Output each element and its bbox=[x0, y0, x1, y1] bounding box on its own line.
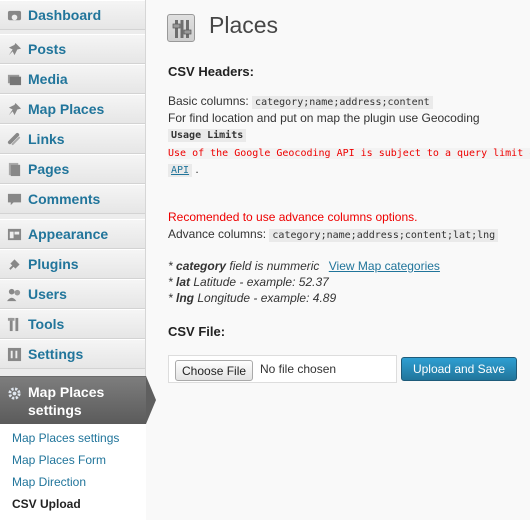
sidebar-item-label: Users bbox=[28, 286, 67, 302]
pin-icon bbox=[6, 41, 22, 57]
sidebar-item-label: Pages bbox=[28, 161, 70, 177]
csv-headers-heading: CSV Headers: bbox=[168, 64, 254, 79]
sidebar-item-map-places[interactable]: Map Places bbox=[0, 94, 145, 124]
submenu-item-csv-upload[interactable]: CSV Upload bbox=[12, 497, 81, 511]
submenu-item-map-direction[interactable]: Map Direction bbox=[12, 475, 86, 489]
sidebar-item-users[interactable]: Users bbox=[0, 279, 145, 309]
sidebar-item-label: Map Places bbox=[28, 101, 105, 117]
submenu-item-map-places-form[interactable]: Map Places Form bbox=[12, 453, 106, 467]
sidebar-item-settings[interactable]: Settings bbox=[0, 339, 145, 369]
basic-columns-label: Basic columns: bbox=[168, 94, 249, 108]
basic-columns-code: category;name;address;content bbox=[252, 96, 433, 109]
sidebar-item-label: Plugins bbox=[28, 256, 79, 272]
usage-limits-line: Usage Limits bbox=[168, 127, 247, 142]
sidebar-active-label: Map Places settings bbox=[28, 384, 105, 418]
sidebar-item-label: Media bbox=[28, 71, 68, 87]
sidebar-item-label: Links bbox=[28, 131, 65, 147]
note-lng-key: lng bbox=[176, 291, 195, 305]
api-link[interactable]: API bbox=[168, 164, 193, 177]
sidebar-submenu: Map Places settings Map Places Form Map Di… bbox=[0, 424, 146, 520]
choose-file-button[interactable]: Choose File bbox=[175, 360, 254, 381]
sidebar-item-label: Tools bbox=[28, 316, 65, 332]
comments-icon bbox=[6, 191, 22, 207]
sidebar-item-label: Appearance bbox=[28, 226, 109, 242]
basic-columns-line: Basic columns: category;name;address;con… bbox=[168, 94, 433, 109]
api-line: API . bbox=[168, 162, 199, 177]
note-lat-key: lat bbox=[176, 275, 191, 289]
pages-icon bbox=[6, 161, 22, 177]
note-category-text: field is nummeric bbox=[229, 259, 320, 273]
geocoding-notice-text: Use of the Google Geocoding API is subje… bbox=[168, 148, 530, 159]
advance-columns-line: Advance columns: category;name;address;c… bbox=[168, 227, 499, 242]
find-location-text: For find location and put on map the plu… bbox=[168, 111, 480, 125]
usage-limits-code: Usage Limits bbox=[168, 129, 247, 142]
sidebar-item-label: Posts bbox=[28, 41, 67, 57]
pin-icon bbox=[6, 101, 22, 117]
active-menu-pointer bbox=[146, 376, 156, 424]
sidebar-item-links[interactable]: Links bbox=[0, 124, 145, 154]
note-lng: * lng Longitude - example: 4.89 bbox=[168, 291, 337, 305]
no-file-text: No file chosen bbox=[260, 362, 337, 376]
csv-file-heading: CSV File: bbox=[168, 324, 226, 339]
sidebar-item-pages[interactable]: Pages bbox=[0, 154, 145, 184]
places-page-icon bbox=[167, 14, 195, 42]
sidebar-item-label: Dashboard bbox=[28, 7, 102, 23]
plugins-icon bbox=[6, 256, 22, 272]
note-category-key: category bbox=[176, 259, 227, 273]
gear-icon bbox=[6, 385, 22, 401]
sidebar-item-plugins[interactable]: Plugins bbox=[0, 249, 145, 279]
sidebar-item-label: Comments bbox=[28, 191, 101, 207]
sidebar-item-tools[interactable]: Tools bbox=[0, 309, 145, 339]
main-content: Places CSV Headers: Basic columns: categ… bbox=[147, 0, 530, 520]
api-suffix: . bbox=[195, 162, 199, 176]
sidebar-item-map-places-settings-active[interactable]: Map Places settings bbox=[0, 376, 146, 424]
sidebar-item-comments[interactable]: Comments bbox=[0, 184, 145, 214]
tools-icon bbox=[6, 316, 22, 332]
recommend-text: Recomended to use advance columns option… bbox=[168, 210, 418, 224]
advance-columns-code: category;name;address;content;lat;lng bbox=[269, 229, 499, 242]
geocoding-notice: Use of the Google Geocoding API is subje… bbox=[168, 145, 530, 159]
note-lat: * lat Latitude - example: 52.37 bbox=[168, 275, 329, 289]
admin-sidebar: Dashboard Posts Media Map Places Links Pages C… bbox=[0, 0, 146, 520]
note-lat-text: Latitude - example: 52.37 bbox=[193, 275, 329, 289]
sidebar-item-media[interactable]: Media bbox=[0, 64, 145, 94]
media-icon bbox=[6, 71, 22, 87]
appearance-icon bbox=[6, 226, 22, 242]
sidebar-item-appearance[interactable]: Appearance bbox=[0, 219, 145, 249]
view-map-categories-link[interactable]: View Map categories bbox=[329, 259, 440, 273]
settings-icon bbox=[6, 346, 22, 362]
sidebar-item-dashboard[interactable]: Dashboard bbox=[0, 0, 145, 30]
users-icon bbox=[6, 286, 22, 302]
file-input[interactable]: Choose File No file chosen bbox=[168, 355, 397, 383]
sidebar-item-label: Settings bbox=[28, 346, 84, 362]
upload-and-save-button[interactable]: Upload and Save bbox=[401, 357, 517, 381]
advance-columns-label: Advance columns: bbox=[168, 227, 267, 241]
page-title: Places bbox=[209, 12, 279, 38]
note-category: * category field is nummeric View Map ca… bbox=[168, 259, 440, 273]
link-icon bbox=[6, 131, 22, 147]
submenu-item-map-places-settings[interactable]: Map Places settings bbox=[12, 431, 119, 445]
dashboard-icon bbox=[6, 7, 22, 23]
note-lng-text: Longitude - example: 4.89 bbox=[197, 291, 337, 305]
sidebar-item-posts[interactable]: Posts bbox=[0, 34, 145, 64]
